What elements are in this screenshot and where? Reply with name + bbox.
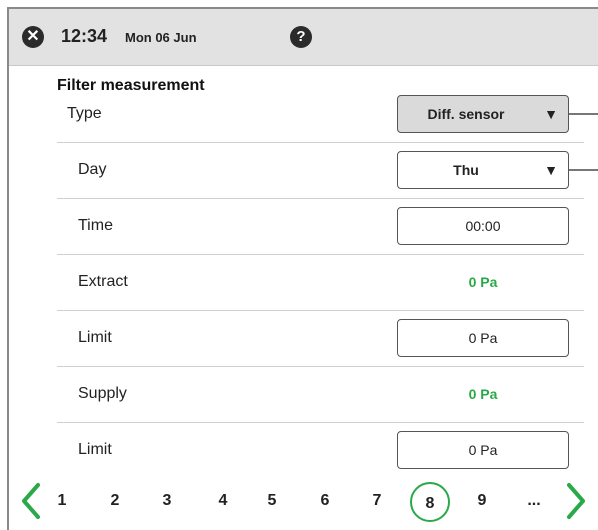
row-label-supply: Supply	[78, 385, 127, 402]
page-6[interactable]: 6	[314, 492, 336, 510]
type-select-value: Diff. sensor	[427, 106, 505, 122]
row-time: Time 00:00	[57, 198, 584, 255]
row-extract-limit: Limit 0 Pa	[57, 310, 584, 367]
row-label-time: Time	[78, 217, 113, 234]
time-input[interactable]: 00:00	[397, 207, 569, 245]
top-bar: ✕ 12:34 Mon 06 Jun ?	[9, 9, 598, 66]
page-5[interactable]: 5	[261, 492, 283, 510]
help-icon[interactable]: ?	[290, 26, 312, 48]
connector-line	[569, 113, 598, 115]
row-label-day: Day	[78, 161, 107, 178]
row-supply-limit: Limit 0 Pa	[57, 422, 584, 478]
pager: 1 2 3 4 5 6 7 8 9 ...	[9, 473, 598, 530]
clock-date: Mon 06 Jun	[125, 30, 197, 45]
clock-time: 12:34	[61, 26, 108, 46]
page-1[interactable]: 1	[51, 492, 73, 510]
supply-limit-input[interactable]: 0 Pa	[397, 431, 569, 469]
connector-line	[569, 169, 598, 171]
chevron-right-icon[interactable]	[561, 481, 591, 521]
row-supply: Supply 0 Pa	[57, 366, 584, 423]
row-label-supply-limit: Limit	[78, 441, 112, 458]
supply-reading: 0 Pa	[468, 386, 498, 402]
close-icon[interactable]: ✕	[22, 26, 44, 48]
dropdown-arrow-icon: ▼	[544, 162, 558, 178]
page-4[interactable]: 4	[212, 492, 234, 510]
page-more[interactable]: ...	[519, 492, 549, 510]
page-9[interactable]: 9	[471, 492, 493, 510]
page-7[interactable]: 7	[366, 492, 388, 510]
chevron-left-icon[interactable]	[16, 481, 46, 521]
day-select-value: Thu	[453, 162, 479, 178]
extract-reading: 0 Pa	[468, 274, 498, 290]
row-extract: Extract 0 Pa	[57, 254, 584, 311]
type-select[interactable]: Diff. sensor ▼	[397, 95, 569, 133]
page-2[interactable]: 2	[104, 492, 126, 510]
row-label-extract: Extract	[78, 273, 128, 290]
dropdown-arrow-icon: ▼	[544, 106, 558, 122]
day-select[interactable]: Thu ▼	[397, 151, 569, 189]
row-type: Type Diff. sensor ▼	[57, 86, 584, 143]
page-8-current[interactable]: 8	[410, 482, 450, 522]
screen: ✕ 12:34 Mon 06 Jun ? Filter measurement …	[0, 0, 598, 530]
extract-limit-input[interactable]: 0 Pa	[397, 319, 569, 357]
row-label-extract-limit: Limit	[78, 329, 112, 346]
row-label-type: Type	[67, 105, 102, 122]
page-3[interactable]: 3	[156, 492, 178, 510]
row-day: Day Thu ▼	[57, 142, 584, 199]
